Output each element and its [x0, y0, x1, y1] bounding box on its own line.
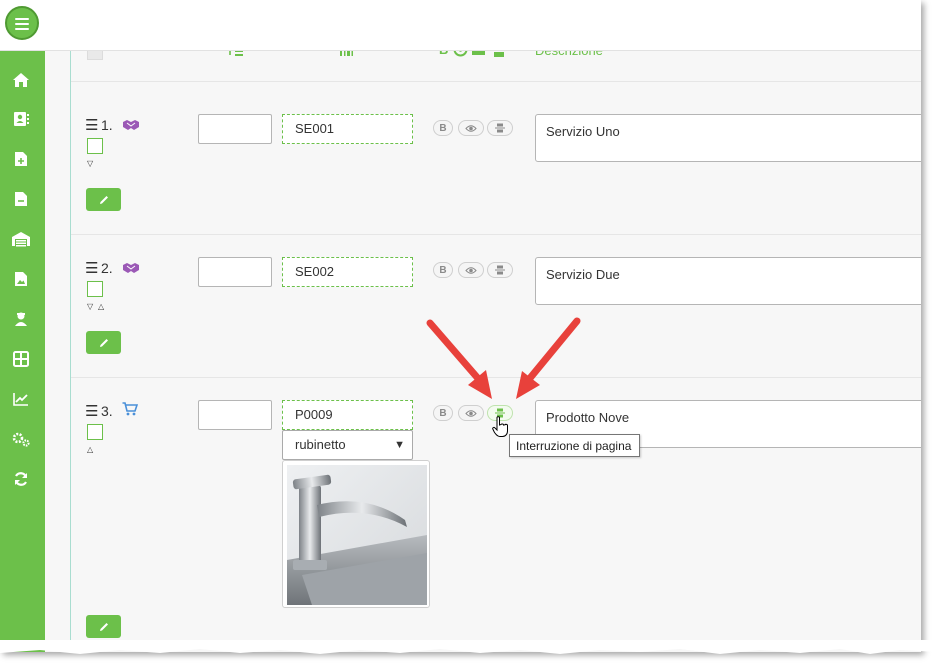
menu-logo-icon[interactable]	[5, 6, 39, 40]
code-field[interactable]: SE001	[282, 114, 413, 144]
product-image[interactable]	[282, 460, 430, 608]
row-number: 3.	[101, 403, 113, 419]
user-icon[interactable]	[11, 309, 31, 329]
pencil-icon	[99, 338, 108, 347]
quantity-input[interactable]	[198, 114, 272, 144]
edit-button[interactable]	[86, 331, 121, 354]
sidebar	[0, 50, 45, 652]
move-up-icon[interactable]: △	[98, 302, 104, 311]
header-separator	[71, 81, 921, 82]
annotation-arrows	[426, 317, 581, 399]
eye-icon	[465, 124, 477, 132]
row-number: 2.	[101, 260, 113, 276]
divider	[70, 50, 71, 652]
variant-select-value: rubinetto	[295, 437, 346, 452]
drag-handle-icon[interactable]: ☰	[85, 116, 98, 134]
app-window: B Descrizione ☰ 1. ▽ SE001 B Ser	[0, 0, 921, 652]
page-break-toggle[interactable]	[487, 262, 513, 278]
home-icon[interactable]	[11, 70, 31, 90]
quantity-input[interactable]	[198, 400, 272, 430]
chevron-down-icon: ▼	[394, 439, 405, 451]
drag-handle-icon[interactable]: ☰	[85, 259, 98, 277]
visibility-toggle[interactable]	[458, 120, 484, 136]
cart-icon	[122, 402, 139, 421]
description-field[interactable]: Servizio Due	[535, 257, 921, 305]
grid-icon[interactable]	[11, 349, 31, 369]
tooltip: Interruzione di pagina	[509, 434, 640, 457]
visibility-toggle[interactable]	[458, 262, 484, 278]
torn-edge	[0, 640, 937, 654]
move-down-icon[interactable]: ▽	[87, 159, 93, 168]
warehouse-icon[interactable]	[11, 229, 31, 249]
edit-button[interactable]	[86, 188, 121, 211]
contacts-icon[interactable]	[11, 109, 31, 129]
row-checkbox[interactable]	[87, 424, 103, 440]
image-file-icon[interactable]	[11, 269, 31, 289]
pencil-icon	[99, 622, 108, 631]
edit-button[interactable]	[86, 615, 121, 638]
page-break-icon	[495, 123, 505, 133]
page-break-toggle[interactable]	[487, 120, 513, 136]
move-up-icon[interactable]: △	[87, 445, 93, 454]
description-field[interactable]: Servizio Uno	[535, 114, 921, 162]
top-bar	[0, 0, 921, 51]
chart-icon[interactable]	[11, 389, 31, 409]
eye-icon	[465, 266, 477, 274]
page-break-icon	[495, 265, 505, 275]
pencil-icon	[99, 195, 108, 204]
settings-icon[interactable]	[11, 429, 31, 449]
drag-handle-icon[interactable]: ☰	[85, 402, 98, 420]
row-number: 1.	[101, 117, 113, 133]
handshake-icon	[122, 118, 140, 136]
refresh-icon[interactable]	[11, 469, 31, 489]
row-checkbox[interactable]	[87, 281, 103, 297]
move-down-icon[interactable]: ▽	[87, 302, 93, 311]
bold-toggle[interactable]: B	[433, 262, 453, 278]
variant-select[interactable]: rubinetto ▼	[282, 430, 413, 460]
code-field[interactable]: SE002	[282, 257, 413, 287]
code-field[interactable]: P0009	[282, 400, 413, 430]
hand-cursor-icon	[492, 416, 508, 437]
bold-toggle[interactable]: B	[433, 120, 453, 136]
handshake-icon	[122, 261, 140, 279]
row-checkbox[interactable]	[87, 138, 103, 154]
row-separator	[71, 234, 921, 235]
document-remove-icon[interactable]	[11, 189, 31, 209]
document-add-icon[interactable]	[11, 149, 31, 169]
quantity-input[interactable]	[198, 257, 272, 287]
